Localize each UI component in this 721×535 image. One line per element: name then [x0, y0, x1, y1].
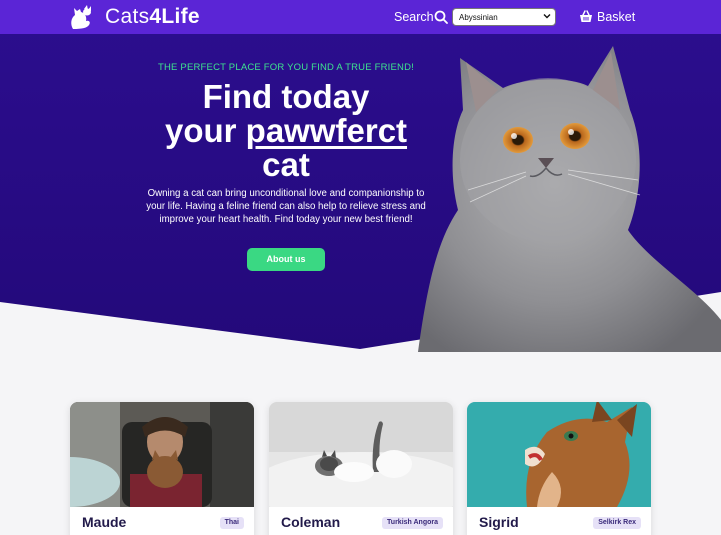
cat-photo — [269, 402, 453, 507]
search-label: Search — [394, 10, 434, 24]
chevron-down-icon — [543, 14, 551, 19]
breed-badge: Thai — [219, 517, 244, 529]
hero-lead-paragraph: Owning a cat can bring unconditional lov… — [146, 188, 426, 226]
cat-logo-icon — [71, 5, 91, 29]
breed-badge: Selkirk Rex — [593, 517, 641, 529]
cat-name: Maude — [82, 514, 127, 530]
basket-link[interactable]: Basket — [597, 10, 635, 24]
brand-name: Cats4Life — [105, 5, 200, 29]
breed-select-value: Abyssinian — [459, 13, 498, 22]
cat-card[interactable]: Sigrid Selkirk Rex — [467, 402, 651, 535]
search-icon[interactable] — [434, 10, 448, 24]
cat-card[interactable]: Coleman Turkish Angora — [269, 402, 453, 535]
cat-photo — [467, 402, 651, 507]
headline-line-1: Find today — [202, 78, 370, 115]
cat-photo — [70, 402, 254, 507]
page: THE PERFECT PLACE FOR YOU FIND A TRUE FR… — [0, 0, 721, 535]
headline-line-3: cat — [262, 146, 310, 183]
top-navbar: Cats4Life Search Abyssinian Basket — [0, 0, 721, 34]
brand-logo[interactable]: Cats4Life — [67, 4, 200, 30]
basket-icon[interactable] — [579, 10, 593, 23]
headline-your: your — [164, 112, 237, 149]
cat-name: Coleman — [281, 514, 341, 530]
breed-select[interactable]: Abyssinian — [452, 8, 556, 26]
about-us-button[interactable]: About us — [247, 248, 325, 271]
hero-headline: Find today your pawwferct cat — [120, 80, 452, 182]
hero-tagline: THE PERFECT PLACE FOR YOU FIND A TRUE FR… — [157, 62, 415, 73]
brand-name-bold: 4Life — [149, 5, 200, 28]
headline-pawwferct: pawwferct — [245, 112, 408, 149]
cat-card[interactable]: Maude Thai — [70, 402, 254, 535]
hero-cat-image — [418, 46, 721, 352]
headline-line-2: your pawwferct — [120, 114, 452, 148]
brand-name-regular: Cats — [105, 5, 150, 28]
breed-badge: Turkish Angora — [382, 517, 443, 529]
cat-name: Sigrid — [479, 514, 519, 530]
